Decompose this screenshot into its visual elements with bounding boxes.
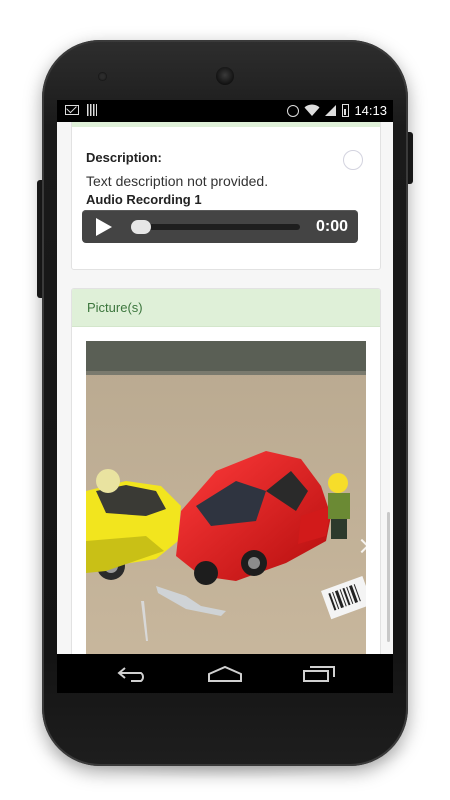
pictures-header: Picture(s)	[72, 289, 380, 327]
pictures-header-label: Picture(s)	[87, 300, 143, 315]
barcode-icon	[87, 104, 97, 116]
status-bar: 14:13	[57, 100, 393, 122]
status-time: 14:13	[354, 103, 387, 118]
toy-cars-photo[interactable]	[86, 341, 366, 654]
navigation-bar	[57, 654, 393, 693]
signal-icon	[325, 105, 337, 116]
audio-seek-thumb[interactable]	[131, 220, 151, 234]
photo-image	[86, 341, 366, 654]
card-header-strip	[72, 122, 380, 127]
description-card: Description: Text description not provid…	[71, 122, 381, 270]
alarm-icon	[287, 104, 300, 117]
description-text: Text description not provided.	[86, 173, 269, 189]
back-button[interactable]	[103, 654, 163, 693]
audio-player: 0:00	[82, 210, 358, 243]
scrollbar[interactable]	[387, 512, 390, 642]
pictures-card: Picture(s)	[71, 288, 381, 654]
gmail-icon	[65, 105, 79, 115]
audio-seek-track[interactable]	[134, 224, 300, 230]
scroll-content[interactable]: Description: Text description not provid…	[57, 122, 393, 654]
battery-icon	[342, 104, 350, 117]
select-radio[interactable]	[343, 150, 363, 170]
recents-button[interactable]	[289, 654, 349, 693]
audio-time: 0:00	[315, 218, 348, 235]
proximity-sensor	[98, 72, 107, 81]
home-button[interactable]	[195, 654, 255, 693]
phone-screen: 14:13 Description: Text description not …	[57, 100, 393, 693]
play-icon[interactable]	[96, 218, 112, 236]
audio-recording-label: Audio Recording 1	[86, 192, 202, 207]
back-icon	[117, 666, 144, 682]
wifi-icon	[304, 104, 320, 116]
home-icon	[208, 665, 242, 682]
description-label: Description:	[86, 150, 162, 165]
earpiece-speaker	[216, 67, 234, 85]
recents-icon	[303, 665, 335, 682]
